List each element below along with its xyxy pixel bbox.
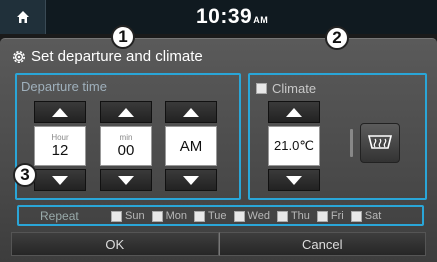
hour-down-button[interactable] [34,169,86,191]
defrost-indicator [350,129,353,157]
ok-button[interactable]: OK [11,232,219,256]
clock-time: 10:39 [196,5,253,28]
arrow-down-icon [183,175,199,185]
temperature-up-button[interactable] [268,101,320,123]
dialog-footer: OK Cancel [11,232,426,256]
day-label: Mon [165,210,187,222]
day-checkbox[interactable] [111,210,122,222]
rear-defrost-button[interactable] [360,123,400,163]
day-mon[interactable]: Mon [151,210,187,222]
arrow-up-icon [183,107,199,117]
minute-label: min [119,133,133,142]
day-label: Tue [207,210,227,222]
minute-value-box: min 00 [100,126,152,166]
ampm-value-box: AM [165,126,217,166]
day-label: Thu [290,210,310,222]
ampm-down-button[interactable] [165,169,217,191]
gear-icon [13,50,25,63]
departure-climate-dialog: Set departure and climate Departure time… [0,38,437,262]
day-fri[interactable]: Fri [316,210,344,222]
day-thu[interactable]: Thu [276,210,310,222]
minute-value: 00 [117,142,135,159]
ampm-spinner: AM [165,101,217,191]
minute-spinner: min 00 [100,101,152,191]
temperature-spinner: 21.0℃ [268,101,320,191]
day-checkbox[interactable] [350,210,362,222]
ampm-value: AM [179,137,203,155]
climate-checkbox[interactable] [256,83,267,94]
day-label: Sat [364,210,382,222]
day-checkbox[interactable] [233,210,245,222]
day-checkbox[interactable] [193,210,205,222]
repeat-label: Repeat [40,209,79,223]
callout-badge-1: 1 [111,25,135,49]
hour-value-box: Hour 12 [34,126,86,166]
minute-up-button[interactable] [100,101,152,123]
arrow-up-icon [118,107,134,117]
day-sun[interactable]: Sun [111,210,145,222]
callout-badge-2: 2 [325,26,349,50]
day-label: Fri [330,210,344,222]
day-label: Wed [247,210,270,222]
arrow-down-icon [118,175,134,185]
hour-up-button[interactable] [34,101,86,123]
day-checkbox[interactable] [151,210,163,222]
rear-defrost-icon [367,135,393,149]
departure-time-panel: Departure time Hour 12 min 00 AM [15,73,241,200]
climate-label: Climate [272,81,317,96]
repeat-panel: Repeat Sun Mon Tue Wed Thu Fri Sat [17,205,424,226]
clock-ampm: AM [253,15,269,25]
home-icon [16,11,29,23]
temperature-value-box: 21.0℃ [268,126,320,166]
home-button[interactable] [0,0,46,34]
departure-time-label: Departure time [21,79,107,94]
arrow-down-icon [286,175,302,185]
ampm-up-button[interactable] [165,101,217,123]
dialog-header: Set departure and climate [11,48,203,65]
minute-down-button[interactable] [100,169,152,191]
repeat-days: Sun Mon Tue Wed Thu Fri Sat [111,210,388,222]
hour-value: 12 [51,142,69,159]
clock: 10:39AM [196,5,268,29]
climate-toggle[interactable]: Climate [256,81,316,96]
arrow-down-icon [52,175,68,185]
dialog-title: Set departure and climate [31,48,203,65]
arrow-up-icon [286,107,302,117]
day-sat[interactable]: Sat [350,210,382,222]
hour-spinner: Hour 12 [34,101,86,191]
temperature-down-button[interactable] [268,169,320,191]
callout-badge-3: 3 [13,163,37,187]
day-label: Sun [125,210,145,222]
climate-panel: Climate 21.0℃ [248,73,427,200]
day-checkbox[interactable] [316,210,328,222]
day-wed[interactable]: Wed [233,210,270,222]
arrow-up-icon [52,107,68,117]
hour-label: Hour [51,133,69,142]
day-checkbox[interactable] [276,210,288,222]
status-bar: 10:39AM [0,0,437,34]
day-tue[interactable]: Tue [193,210,227,222]
temperature-value: 21.0℃ [274,138,314,153]
cancel-button[interactable]: Cancel [218,232,426,256]
